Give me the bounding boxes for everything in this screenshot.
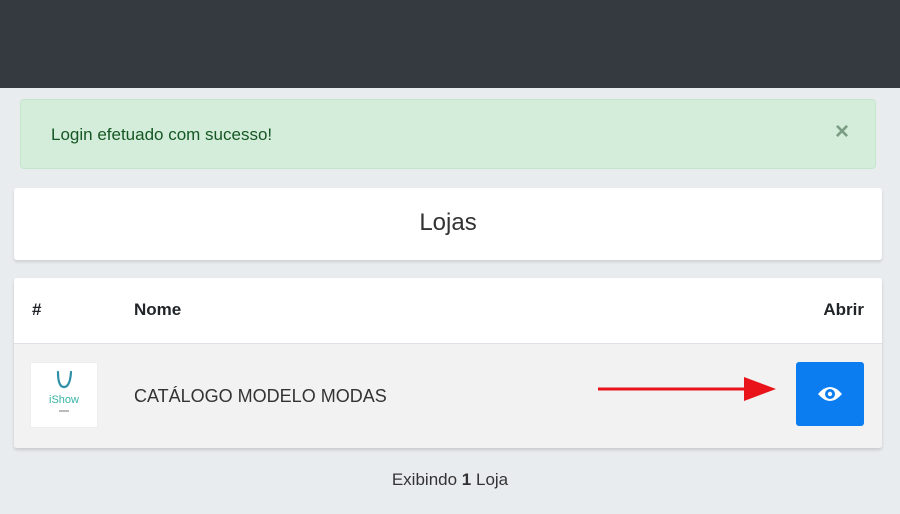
results-count: Exibindo 1 Loja	[0, 470, 900, 490]
top-navbar	[0, 0, 900, 88]
table-header: # Nome Abrir	[14, 278, 882, 344]
eye-icon	[818, 387, 842, 401]
success-alert: Login efetuado com sucesso! ×	[20, 99, 876, 169]
ishow-logo-icon: iShow	[30, 362, 98, 428]
stores-table: # Nome Abrir iShow CATÁLOGO MODELO MODAS	[14, 278, 882, 448]
page-title: Lojas	[419, 209, 477, 236]
open-store-button[interactable]	[796, 362, 864, 426]
logo-text: iShow	[49, 394, 79, 406]
results-count-number: 1	[461, 470, 472, 489]
column-header-name: Nome	[134, 300, 182, 319]
store-name: CATÁLOGO MODELO MODAS	[134, 386, 387, 406]
results-suffix: Loja	[476, 470, 509, 489]
alert-message: Login efetuado com sucesso!	[51, 125, 273, 144]
close-icon[interactable]: ×	[835, 120, 849, 144]
column-header-index: #	[32, 300, 42, 319]
column-header-open: Abrir	[823, 300, 864, 319]
results-prefix: Exibindo	[391, 470, 458, 489]
red-arrow-annotation	[598, 377, 776, 401]
stores-title-card: Lojas	[14, 188, 882, 260]
